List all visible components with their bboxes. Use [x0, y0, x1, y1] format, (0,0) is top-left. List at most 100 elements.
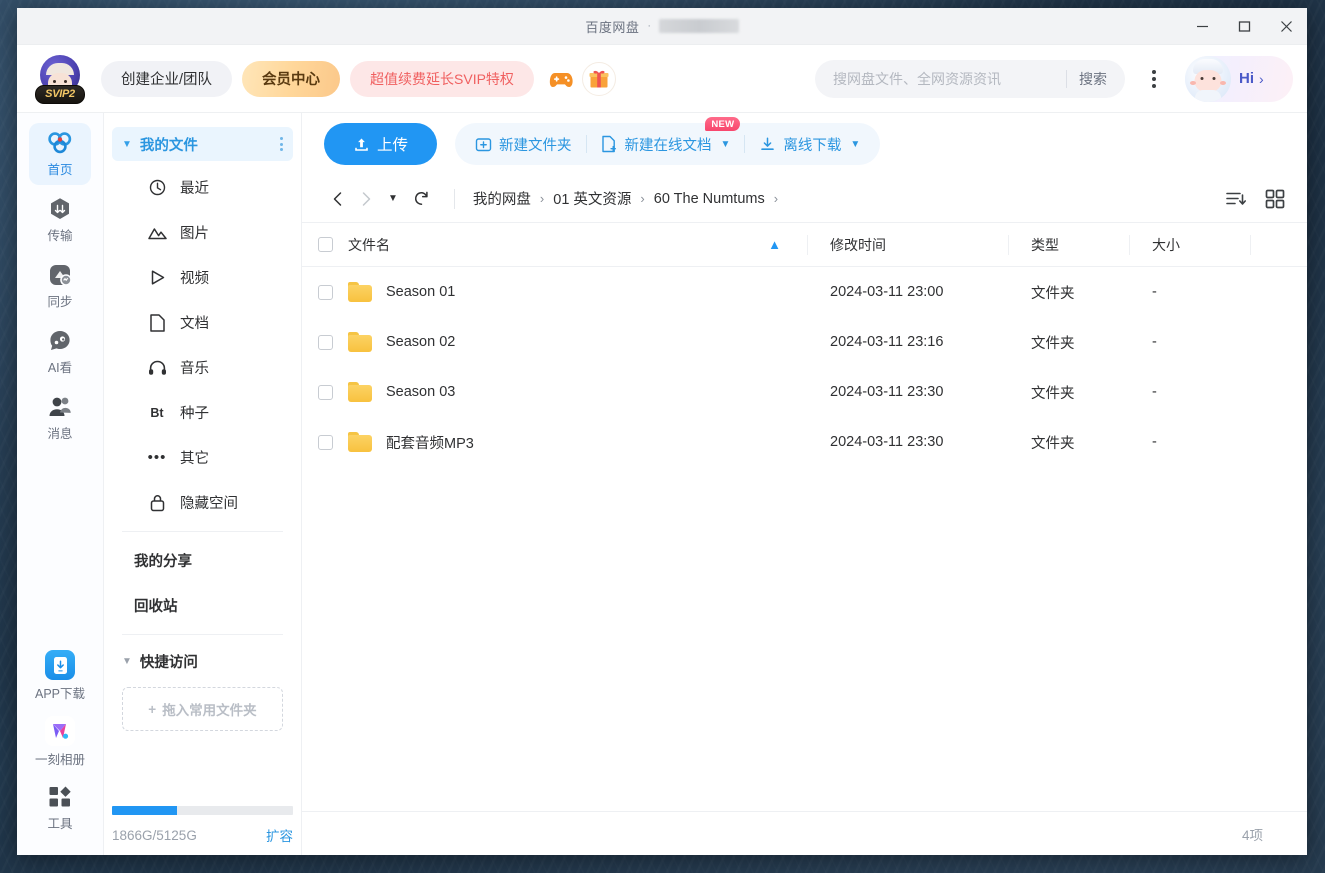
select-all-checkbox[interactable] — [318, 237, 333, 252]
window-title-text: 百度网盘 — [585, 17, 639, 36]
column-header-name-label: 文件名 — [348, 235, 390, 255]
nav-item-my-shares[interactable]: 我的分享 — [112, 538, 293, 583]
row-checkbox[interactable] — [318, 435, 333, 450]
breadcrumb-item-2[interactable]: 60 The Numtums — [654, 191, 765, 207]
nav-quick-access-header[interactable]: ▼ 快捷访问 — [112, 641, 293, 681]
vip-center-button[interactable]: 会员中心 — [242, 61, 340, 97]
grid-view-icon[interactable] — [1265, 189, 1285, 209]
table-row[interactable]: 配套音频MP32024-03-11 23:30文件夹- — [302, 417, 1307, 467]
nav-item-document[interactable]: 文档 — [112, 300, 293, 345]
file-name-cell[interactable]: Season 03 — [348, 382, 807, 402]
rail-item-tools[interactable]: 工具 — [29, 777, 91, 839]
user-profile-chip[interactable]: Hi › — [1185, 56, 1293, 102]
breadcrumb-item-1[interactable]: 01 英文资源 — [553, 188, 631, 209]
quick-access-dropzone[interactable]: + 拖入常用文件夹 — [122, 687, 283, 731]
home-icon — [46, 130, 74, 156]
svip-renew-button[interactable]: 超值续费延长SVIP特权 — [350, 61, 534, 97]
nav-item-hidden-space[interactable]: 隐藏空间 — [112, 480, 293, 525]
nav-item-recycle-bin[interactable]: 回收站 — [112, 583, 293, 628]
file-name-cell[interactable]: 配套音频MP3 — [348, 432, 807, 453]
file-mtime: 2024-03-11 23:30 — [808, 434, 1008, 450]
baidu-netdisk-avatar-icon[interactable]: SVIP2 — [35, 54, 85, 104]
list-view-icon[interactable] — [1225, 190, 1247, 208]
gamepad-icon[interactable] — [544, 62, 578, 96]
row-checkbox[interactable] — [318, 285, 333, 300]
nav-item-images[interactable]: 图片 — [112, 210, 293, 255]
new-online-doc-button[interactable]: NEW 新建在线文档 ▼ — [587, 126, 745, 162]
row-checkbox[interactable] — [318, 385, 333, 400]
maximize-button[interactable] — [1223, 8, 1265, 45]
rail-item-label: APP下载 — [35, 683, 85, 702]
rail-bottom-group: APP下载 一刻相册 — [29, 645, 91, 855]
sync-icon — [47, 262, 73, 288]
rail-item-transfer[interactable]: 传输 — [29, 189, 91, 251]
search-box[interactable]: 搜索 — [815, 60, 1125, 98]
file-table-header: 文件名 ▲ 修改时间 类型 大小 — [302, 223, 1307, 267]
more-dots-icon[interactable] — [1137, 62, 1171, 96]
search-button[interactable]: 搜索 — [1079, 69, 1121, 89]
chevron-right-icon: › — [1259, 71, 1264, 87]
file-mtime: 2024-03-11 23:16 — [808, 334, 1008, 350]
file-toolbar: 上传 新建文件夹 NEW — [302, 113, 1307, 175]
upload-button[interactable]: 上传 — [324, 123, 437, 165]
expand-storage-link[interactable]: 扩容 — [266, 825, 293, 845]
app-body: 首页 传输 同步 — [17, 113, 1307, 855]
message-icon — [47, 394, 73, 420]
breadcrumb-item-0[interactable]: 我的网盘 — [473, 188, 531, 209]
breadcrumb-separator: › — [540, 191, 544, 206]
file-size: - — [1130, 284, 1250, 300]
search-input[interactable] — [833, 71, 1062, 87]
nav-item-video[interactable]: 视频 — [112, 255, 293, 300]
nav-item-recent[interactable]: 最近 — [112, 165, 293, 210]
rail-item-photo-album[interactable]: 一刻相册 — [29, 711, 91, 773]
file-name-cell[interactable]: Season 01 — [348, 282, 807, 302]
column-header-type[interactable]: 类型 — [1009, 235, 1129, 255]
new-folder-button[interactable]: 新建文件夹 — [461, 126, 586, 162]
folder-icon — [348, 282, 372, 302]
nav-item-torrent[interactable]: Bt 种子 — [112, 390, 293, 435]
folder-icon — [348, 382, 372, 402]
status-bar: 4项 — [302, 811, 1307, 855]
avatar — [1185, 56, 1231, 102]
rail-item-app-download[interactable]: APP下载 — [29, 645, 91, 707]
file-type: 文件夹 — [1009, 282, 1129, 303]
minimize-button[interactable] — [1181, 8, 1223, 45]
column-header-name[interactable]: 文件名 ▲ — [348, 235, 807, 255]
nav-item-other[interactable]: ••• 其它 — [112, 435, 293, 480]
rail-item-ai-view[interactable]: AI看 — [29, 321, 91, 383]
nav-item-music[interactable]: 音乐 — [112, 345, 293, 390]
close-button[interactable] — [1265, 8, 1307, 45]
rail-item-home[interactable]: 首页 — [29, 123, 91, 185]
offline-download-button[interactable]: 离线下载 ▼ — [745, 126, 874, 162]
nav-item-label: 其它 — [180, 447, 209, 468]
new-folder-icon — [475, 136, 492, 153]
window-controls — [1181, 8, 1307, 44]
nav-item-label: 图片 — [180, 222, 209, 243]
more-dots-icon[interactable] — [280, 137, 283, 151]
phone-download-icon — [45, 650, 75, 680]
rail-item-message[interactable]: 消息 — [29, 387, 91, 449]
bt-icon: Bt — [146, 406, 168, 420]
create-team-button[interactable]: 创建企业/团队 — [101, 61, 232, 97]
file-name-cell[interactable]: Season 02 — [348, 332, 807, 352]
video-icon — [146, 269, 168, 286]
title-bar: 百度网盘 · — [17, 8, 1307, 45]
file-mtime: 2024-03-11 23:00 — [808, 284, 1008, 300]
nav-header-my-files[interactable]: ▼ 我的文件 — [112, 127, 293, 161]
column-header-mtime[interactable]: 修改时间 — [808, 235, 1008, 255]
history-dropdown-caret-icon[interactable]: ▼ — [388, 193, 398, 204]
table-row[interactable]: Season 022024-03-11 23:16文件夹- — [302, 317, 1307, 367]
refresh-button[interactable] — [408, 185, 436, 213]
nav-back-button[interactable] — [324, 185, 352, 213]
table-row[interactable]: Season 032024-03-11 23:30文件夹- — [302, 367, 1307, 417]
table-row[interactable]: Season 012024-03-11 23:00文件夹- — [302, 267, 1307, 317]
row-checkbox[interactable] — [318, 335, 333, 350]
svip-badge: SVIP2 — [35, 85, 85, 104]
column-header-size[interactable]: 大小 — [1130, 235, 1250, 255]
nav-forward-button[interactable] — [352, 185, 380, 213]
file-size: - — [1130, 434, 1250, 450]
rail-item-sync[interactable]: 同步 — [29, 255, 91, 317]
music-icon — [146, 359, 168, 376]
gift-icon[interactable] — [582, 62, 616, 96]
tools-icon — [47, 784, 73, 810]
